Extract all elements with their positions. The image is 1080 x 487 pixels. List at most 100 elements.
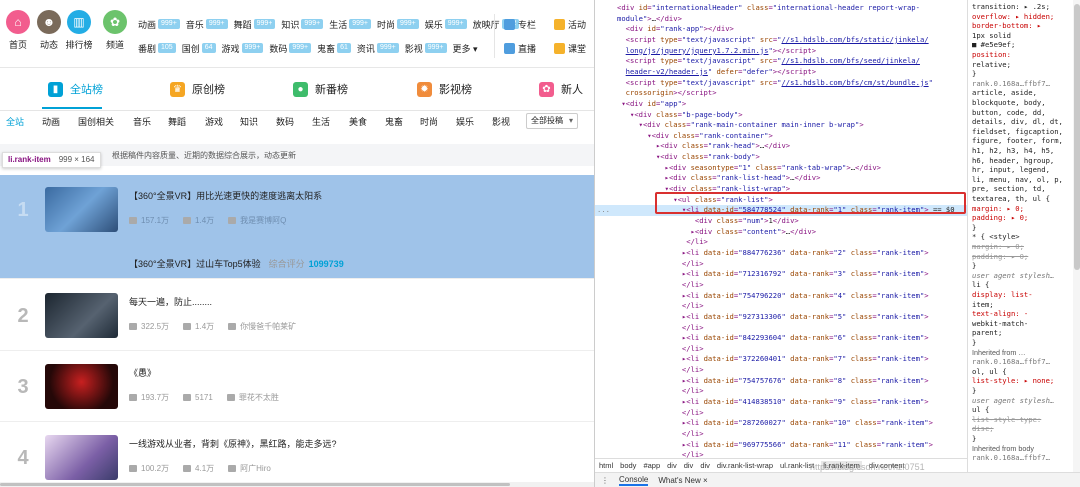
- dom-node-line[interactable]: ▸<li data-id="969775566" data-rank="11" …: [595, 440, 967, 451]
- dom-node-line[interactable]: ▸<div class="rank-head">…</div>: [595, 141, 967, 152]
- subnav-item[interactable]: 美食: [349, 115, 367, 128]
- rank-item[interactable]: 4 一线游戏从业者，背刺《原神》，黑红路，能走多远? 100.2万 4.1万 阿广Hir…: [0, 423, 594, 487]
- dom-node-line[interactable]: </li>: [595, 408, 967, 419]
- dom-node-line[interactable]: ▸<div seasontype="1" class="rank-tab-wra…: [595, 163, 967, 174]
- dom-node-line[interactable]: ▸<li data-id="372260401" data-rank="7" c…: [595, 354, 967, 365]
- breadcrumb-item[interactable]: body: [620, 461, 636, 470]
- tab-rank-3[interactable]: ✹ 影视榜: [417, 81, 472, 97]
- category-link[interactable]: 影视 999+: [405, 42, 447, 55]
- subnav-item[interactable]: 数码: [276, 115, 294, 128]
- subnav-item[interactable]: 全站: [6, 115, 24, 128]
- subnav-item[interactable]: 游戏: [205, 115, 223, 128]
- video-thumbnail[interactable]: [45, 364, 118, 409]
- scrollbar-thumb[interactable]: [1074, 4, 1080, 270]
- category-link[interactable]: 游戏 999+: [222, 42, 264, 55]
- category-link[interactable]: 番剧 105: [138, 42, 176, 55]
- dom-node-line[interactable]: </li>: [595, 450, 967, 458]
- style-rule-line[interactable]: rank.0.168a…ffbf7…: [972, 453, 1078, 464]
- video-thumbnail[interactable]: [45, 293, 118, 338]
- subnav-item[interactable]: 国创相关: [78, 115, 114, 128]
- subnav-item[interactable]: 动画: [42, 115, 60, 128]
- dom-node-line[interactable]: ▸<li data-id="287260027" data-rank="10" …: [595, 418, 967, 429]
- dom-node-line[interactable]: ▾<div class="b-page-body">: [595, 110, 967, 121]
- dom-node-line[interactable]: </li>: [595, 386, 967, 397]
- horizontal-scrollbar[interactable]: [0, 482, 594, 487]
- submission-type-select[interactable]: 全部投稿 ▾: [526, 113, 578, 129]
- nav-feed[interactable]: ☻ 动态: [34, 10, 64, 51]
- dom-node-line[interactable]: <script type="text/javascript" src="//s1…: [595, 35, 967, 46]
- dom-node-line[interactable]: <div id="internationalHeader" class="int…: [595, 3, 967, 14]
- dom-node-line[interactable]: ▸<li data-id="754796220" data-rank="4" c…: [595, 291, 967, 302]
- dom-node-line[interactable]: ▸<li data-id="754757676" data-rank="8" c…: [595, 376, 967, 387]
- dom-node-line[interactable]: </li>: [595, 301, 967, 312]
- subnav-item[interactable]: 音乐: [133, 115, 151, 128]
- dom-node-line[interactable]: <script type="text/javascript" src="//s1…: [595, 56, 967, 67]
- dom-node-line[interactable]: ▾<div class="rank-body">: [595, 152, 967, 163]
- category-link[interactable]: 资讯 999+: [357, 42, 399, 55]
- subnav-item[interactable]: 知识: [240, 115, 258, 128]
- subnav-item[interactable]: 舞蹈: [168, 115, 186, 128]
- dom-node-line[interactable]: <div class="num">1</div>: [595, 216, 967, 227]
- dom-node-line[interactable]: </li>: [595, 429, 967, 440]
- drawer-menu-icon[interactable]: ⋮: [601, 476, 609, 485]
- tab-rank-1[interactable]: ♛ 原创榜: [170, 81, 225, 97]
- subnav-item[interactable]: 鬼畜: [385, 115, 403, 128]
- dom-node-line[interactable]: module">…</div>: [595, 14, 967, 25]
- dom-node-line[interactable]: ▸<div class="rank-list-head">…</div>: [595, 173, 967, 184]
- category-link[interactable]: 知识 999+: [281, 18, 324, 31]
- video-title[interactable]: 每天一遍，防止........: [129, 295, 212, 308]
- dom-node-line[interactable]: <div id="rank-app"></div>: [595, 24, 967, 35]
- subnav-item[interactable]: 娱乐: [456, 115, 474, 128]
- tab-rank-0[interactable]: ▮ 全站榜: [48, 81, 103, 97]
- video-thumbnail[interactable]: [45, 435, 118, 480]
- dom-node-line[interactable]: </li>: [595, 237, 967, 248]
- dom-node-line[interactable]: <script type="text/javascript" src="//s1…: [595, 78, 967, 89]
- right-link[interactable]: 专栏: [504, 14, 536, 34]
- dom-node-line[interactable]: ▸<li data-id="884776236" data-rank="2" c…: [595, 248, 967, 259]
- breadcrumb-item[interactable]: html: [599, 461, 613, 470]
- video-title[interactable]: 《愚》: [129, 366, 156, 379]
- styles-scrollbar[interactable]: [1073, 0, 1080, 472]
- breadcrumb-item[interactable]: div: [667, 461, 677, 470]
- breadcrumb-item[interactable]: #app: [643, 461, 660, 470]
- tab-rank-4[interactable]: ✿ 新人: [539, 81, 583, 97]
- dom-node-line[interactable]: </li>: [595, 280, 967, 291]
- category-link[interactable]: 舞蹈 999+: [234, 18, 276, 31]
- category-link[interactable]: 鬼畜 61: [317, 42, 351, 55]
- dom-node-line[interactable]: ▸<li data-id="712316792" data-rank="3" c…: [595, 269, 967, 280]
- node-menu-dots[interactable]: ...: [597, 205, 610, 216]
- tab-rank-2[interactable]: ● 新番榜: [293, 81, 348, 97]
- nav-rank[interactable]: ▥ 排行榜: [64, 10, 94, 51]
- dom-node-line[interactable]: </li>: [595, 365, 967, 376]
- video-title[interactable]: 一线游戏从业者，背刺《原神》，黑红路，能走多远?: [129, 437, 337, 450]
- dom-node-line[interactable]: </li>: [595, 344, 967, 355]
- rank-item[interactable]: 1 【360°全景VR】用比光速更快的速度逃离太阳系 157.1万 1.4万 我是赛博阿…: [0, 175, 594, 279]
- breadcrumb-item[interactable]: div.rank-list-wrap: [717, 461, 773, 470]
- subnav-item[interactable]: 生活: [312, 115, 330, 128]
- subnav-item[interactable]: 时尚: [420, 115, 438, 128]
- category-link[interactable]: 更多 ▾: [453, 42, 478, 55]
- right-link[interactable]: 课堂: [554, 38, 586, 58]
- dom-node-line[interactable]: ▸<li data-id="927313306" data-rank="5" c…: [595, 312, 967, 323]
- tab-whats-new[interactable]: What's New ×: [658, 476, 707, 485]
- category-link[interactable]: 时尚 999+: [377, 18, 419, 31]
- rank-item[interactable]: 2 每天一遍，防止........ 322.5万 1.4万 你慢爸千帕莱矿: [0, 281, 594, 351]
- scrollbar-thumb[interactable]: [0, 483, 510, 486]
- dom-node-line[interactable]: ▾<div class="rank-main-container main-in…: [595, 120, 967, 131]
- dom-node-line[interactable]: </li>: [595, 259, 967, 270]
- dom-node-line[interactable]: ▸<li data-id="842293604" data-rank="6" c…: [595, 333, 967, 344]
- category-link[interactable]: 动画 999+: [138, 18, 180, 31]
- category-link[interactable]: 国创 64: [182, 42, 216, 55]
- dom-node-line[interactable]: ▾<div id="app">: [595, 99, 967, 110]
- nav-home[interactable]: ⌂ 首页: [3, 10, 33, 51]
- dom-node-line[interactable]: ▸<div class="content">…</div>: [595, 227, 967, 238]
- category-link[interactable]: 娱乐 999+: [425, 18, 467, 31]
- video-title[interactable]: 【360°全景VR】用比光速更快的速度逃离太阳系: [129, 189, 322, 202]
- dom-node-line[interactable]: crossorigin></script>: [595, 88, 967, 99]
- dom-node-line[interactable]: header-v2/header.js" defer="defer"></scr…: [595, 67, 967, 78]
- tab-console[interactable]: Console: [619, 475, 649, 486]
- dom-node-line[interactable]: ▾<div class="rank-container">: [595, 131, 967, 142]
- dom-node-line[interactable]: </li>: [595, 323, 967, 334]
- breadcrumb-item[interactable]: div: [700, 461, 710, 470]
- category-link[interactable]: 音乐 999+: [186, 18, 228, 31]
